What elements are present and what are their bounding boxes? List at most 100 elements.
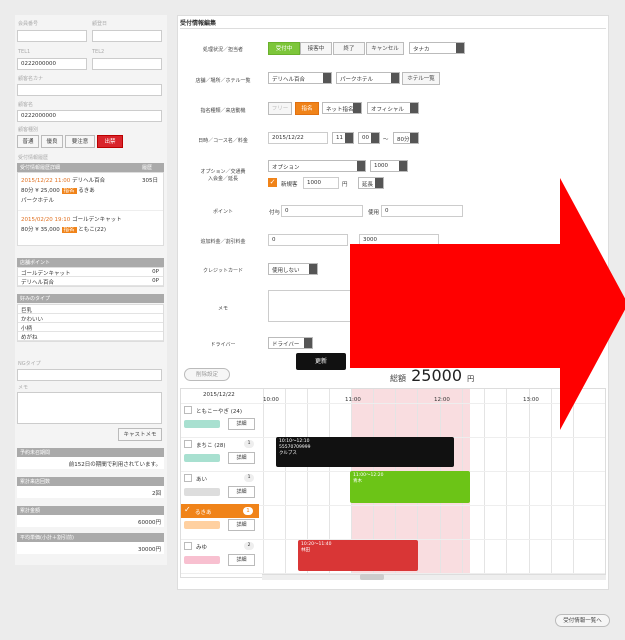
cast-checkbox[interactable] [184,406,192,414]
cast-count: 1 [243,507,253,515]
nomination-type-select[interactable]: ネット指名 [322,102,362,114]
list-item: デリヘル百合 0P [18,277,163,286]
shop-select[interactable]: デリヘル百合 [268,72,332,84]
minute-select[interactable]: 00 [358,132,380,144]
cast-status-tag [184,556,220,564]
cast-memo-button[interactable]: キャストメモ [118,428,162,441]
memo-label-form: メモ [217,306,228,312]
type-vip-button[interactable]: 優良 [41,135,63,148]
place-select[interactable]: パークホテル [336,72,400,84]
cast-checkbox[interactable] [184,542,192,550]
point-grant-label: 付与 [269,210,281,216]
schedule-event[interactable]: 11:00〜12:20 青木 [350,471,470,503]
detail-button[interactable]: 詳細 [228,452,255,464]
update-button[interactable]: 更新 [296,353,346,370]
cast-status-tag [184,488,220,496]
history-label: 受付情報履歴 [18,155,49,161]
cast-name: るきあ [195,510,212,516]
history-header: 受付情報履歴詳細 履歴 [17,163,164,172]
free-button[interactable]: フリー [268,102,292,115]
hotel-list-button[interactable]: ホテル一覧 [402,72,440,85]
motive-select[interactable]: オフィシャル [367,102,419,114]
history-item[interactable]: 2015/12/22 11:00 デリヘル百合 305日 80分 ¥ 25,000… [18,173,163,211]
list-item: めがね [18,332,163,341]
interval-text: 前152日の期間で利用されています。 [17,457,164,469]
tel1-field[interactable]: 0222000000 [17,58,87,70]
status-label: 処理状況／担当者 [202,47,243,53]
cast-name: あい [196,477,208,483]
cast-checkbox[interactable] [184,474,192,482]
status-received-button[interactable]: 受付中 [268,42,300,55]
driver-select[interactable]: ドライバー [268,337,313,349]
nomination-label: 指名種類／来店動機 [200,108,246,114]
history-list: 2015/12/22 11:00 デリヘル百合 305日 80分 ¥ 25,000… [17,172,164,246]
time-label: 10:00 [263,397,279,403]
cast-row-selected[interactable]: ✓ るきあ 1 [181,504,259,518]
name-kana-label: 顧客名カナ [18,76,44,82]
new-customer-fee[interactable]: 1000 [303,177,339,189]
hour-select[interactable]: 11 [332,132,354,144]
detail-button[interactable]: 詳細 [228,418,255,430]
cast-count: 1 [244,474,254,482]
status-serving-button[interactable]: 接客中 [300,42,332,55]
extra-fee-field[interactable]: 0 [268,234,348,246]
customer-memo-field[interactable] [17,392,162,424]
page-title: 受付情報編集 [180,20,217,27]
type-normal-button[interactable]: 普通 [17,135,39,148]
nomination-badge: 指名 [61,227,77,233]
avg-header: 平均単価(小計＋割引前) [17,533,164,542]
type-caution-button[interactable]: 要注意 [65,135,95,148]
status-cancel-button[interactable]: キャンセル [366,42,404,55]
fav-type-list: 巨乳 かわいい 小柄 めがね [17,304,164,342]
date-field[interactable]: 2015/12/22 [268,132,328,144]
tel2-field[interactable] [92,58,162,70]
memo-label: メモ [18,385,29,391]
detail-button[interactable]: 詳細 [228,519,255,531]
shop-label: 店舗／場所／ホテル一覧 [195,78,251,84]
name-kana-field[interactable] [17,84,162,96]
list-item: 巨乳 [18,305,163,314]
schedule-event[interactable]: 10:10〜12:10 55570709999 クルブス [276,437,454,467]
schedule-date: 2015/12/22 [203,392,235,398]
point-label: ポイント [212,209,233,215]
list-item: 小柄 [18,323,163,332]
name-label: 顧客名 [18,102,34,108]
total-amount-header: 累計金額 [17,506,164,515]
fav-type-header: 好みのタイプ [17,294,164,303]
ng-type-field[interactable] [17,369,162,381]
course-select[interactable]: 80分 [393,132,419,144]
membership-no-field[interactable] [17,30,87,42]
scrollbar-thumb[interactable] [360,574,384,580]
horizontal-scrollbar[interactable] [262,574,606,580]
check-icon: ✓ [184,505,191,514]
cast-checkbox[interactable] [184,440,192,448]
customer-type-label: 顧客種別 [18,127,39,133]
option-select[interactable]: オプション [268,160,366,172]
arrow-right-icon [350,178,625,430]
credit-card-select[interactable]: 使用しない [268,263,318,275]
detail-button[interactable]: 詳細 [228,554,255,566]
yen-label: 円 [342,182,348,188]
new-customer-label: 新規客 [281,182,298,188]
detail-button[interactable]: 詳細 [228,486,255,498]
cast-count: 2 [244,542,254,550]
cast-count: 1 [244,440,254,448]
nomination-button[interactable]: 指名 [295,102,319,115]
list-item: かわいい [18,314,163,323]
option-fee-select[interactable]: 1000 [370,160,408,172]
check-icon[interactable]: ✓ [268,178,277,187]
name-field[interactable]: 0222000000 [17,110,162,122]
delete-button[interactable]: 削除設定 [184,368,230,381]
status-done-button[interactable]: 終了 [333,42,365,55]
interval-header: 予約未召期間 [17,448,164,457]
joined-field[interactable] [92,30,162,42]
schedule-event[interactable]: 10:20〜11:40 林田 [298,540,418,571]
staff-select[interactable]: タナカ [409,42,465,54]
discount-label: 追加料金／割引料金 [200,239,246,245]
datetime-label: 日時／コース名／料金 [198,138,248,144]
history-item[interactable]: 2015/02/20 19:10 ゴールデンキャット 80分 ¥ 35,000 … [18,211,163,241]
points-list: ゴールデンキャット 0P デリヘル百合 0P [17,267,164,287]
type-banned-button[interactable]: 出禁 [97,135,123,148]
ng-type-label: NGタイプ [18,361,41,367]
reception-list-button[interactable]: 受付情報一覧へ [555,614,610,627]
